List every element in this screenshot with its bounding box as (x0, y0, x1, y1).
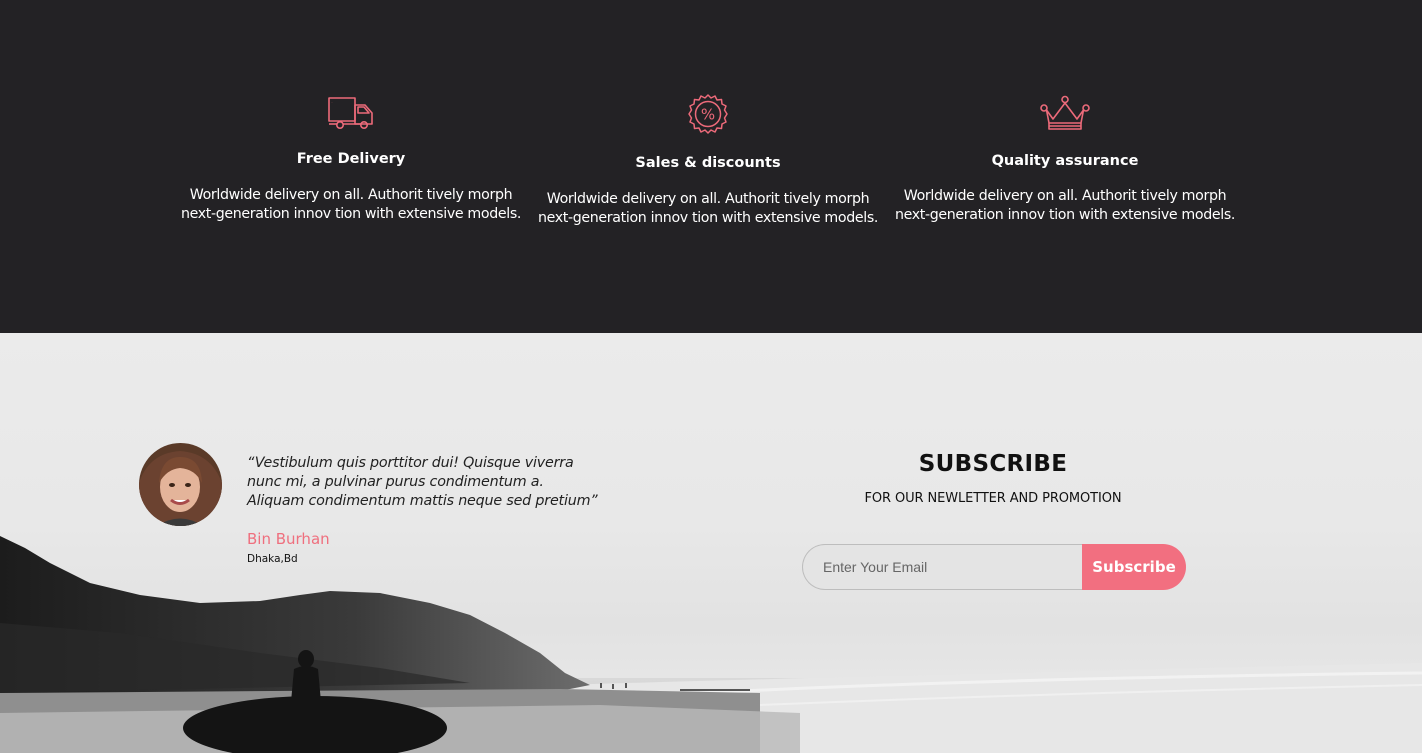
svg-text:%: % (701, 106, 715, 124)
feature-quality-assurance: Quality assurance Worldwide delivery on … (889, 95, 1241, 225)
subscribe-button[interactable]: Subscribe (1082, 544, 1186, 590)
email-input[interactable] (802, 544, 1092, 590)
discount-badge-icon: % (688, 94, 728, 134)
feature-description-line: next-generation innov tion with extensiv… (180, 206, 522, 222)
user-portrait-image (139, 443, 222, 526)
feature-description-line: Worldwide delivery on all. Authorit tive… (903, 188, 1227, 204)
feature-description: Worldwide delivery on all. Authorit tive… (175, 186, 527, 224)
subscribe-form: Subscribe (802, 544, 1186, 590)
feature-description-line: Worldwide delivery on all. Authorit tive… (546, 191, 870, 207)
feature-free-delivery: Free Delivery Worldwide delivery on all.… (175, 95, 527, 224)
subscribe-title: SUBSCRIBE (918, 451, 1068, 477)
feature-sales-discounts: % Sales & discounts Worldwide delivery o… (532, 93, 884, 228)
feature-description: Worldwide delivery on all. Authorit tive… (889, 187, 1241, 225)
beach-background-image (0, 536, 1422, 753)
quote-line: “Vestibulum quis porttitor dui! Quisque … (247, 455, 574, 471)
feature-title: Sales & discounts (635, 155, 781, 171)
feature-description-line: next-generation innov tion with extensiv… (894, 207, 1236, 223)
feature-description-line: next-generation innov tion with extensiv… (537, 210, 879, 226)
subscribe-subtitle: FOR OUR NEWLETTER AND PROMOTION (864, 491, 1122, 506)
testimonial-author: Bin Burhan (247, 530, 330, 548)
quote-line: Aliquam condimentum mattis neque sed pre… (247, 493, 598, 509)
avatar (139, 443, 222, 526)
testimonial-subscribe-section: “Vestibulum quis porttitor dui! Quisque … (0, 333, 1422, 753)
testimonial-location: Dhaka,Bd (247, 553, 298, 565)
features-section: Free Delivery Worldwide delivery on all.… (0, 0, 1422, 333)
feature-title: Quality assurance (991, 153, 1139, 169)
crown-icon (1040, 95, 1090, 130)
truck-icon (328, 97, 373, 129)
feature-description: Worldwide delivery on all. Authorit tive… (532, 190, 884, 228)
feature-description-line: Worldwide delivery on all. Authorit tive… (189, 187, 513, 203)
quote-line: nunc mi, a pulvinar purus condimentum a. (247, 474, 544, 490)
feature-title: Free Delivery (296, 151, 406, 167)
testimonial-quote: “Vestibulum quis porttitor dui! Quisque … (247, 454, 607, 511)
